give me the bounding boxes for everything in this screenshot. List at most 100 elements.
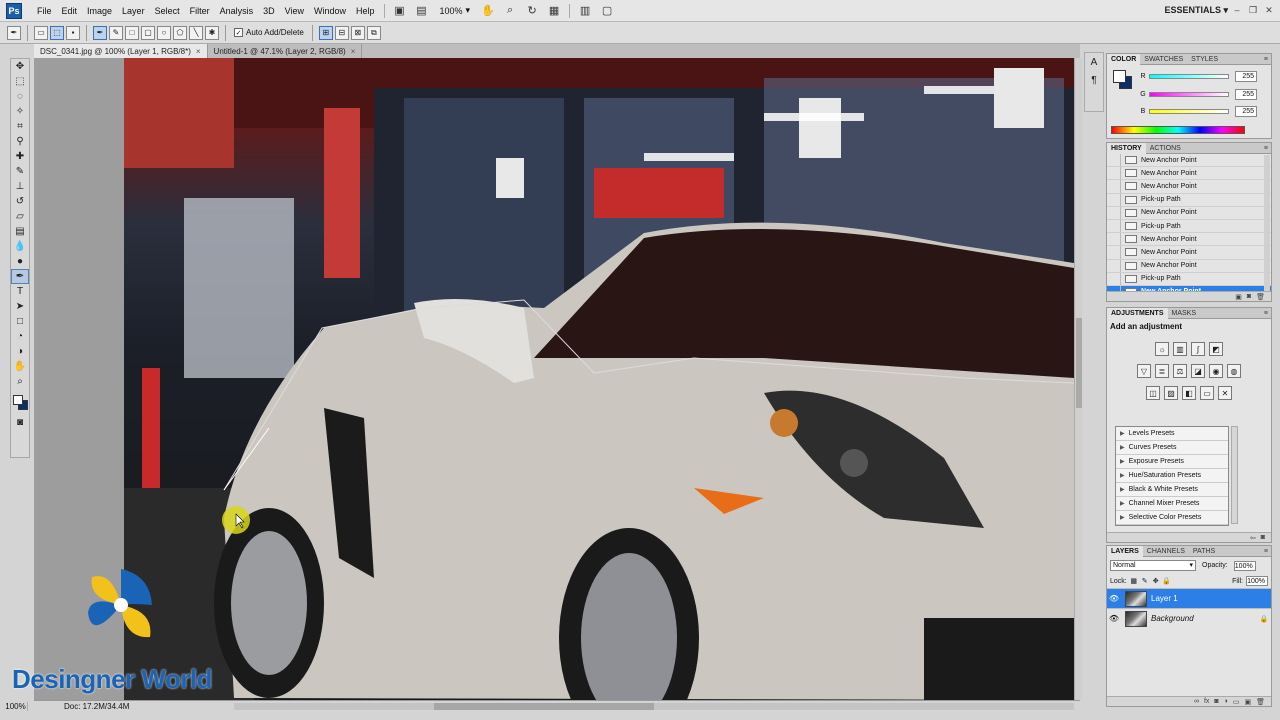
color-spectrum-ramp[interactable] [1111, 126, 1245, 134]
fill-pixels-icon[interactable]: ▪ [66, 25, 80, 40]
menu-help[interactable]: Help [351, 6, 380, 16]
preset-item[interactable]: ▶ Black & White Presets [1116, 483, 1228, 497]
quick-selection-tool-icon[interactable]: ✧ [11, 104, 29, 119]
history-item[interactable]: New Anchor Point [1107, 233, 1271, 247]
threshold-icon[interactable]: ◧ [1182, 386, 1196, 400]
restore-icon[interactable]: ❐ [1246, 3, 1260, 17]
new-group-icon[interactable]: ▭ [1233, 698, 1240, 706]
blend-mode-select[interactable]: Normal ▾ [1110, 560, 1196, 571]
preset-item[interactable]: ▶ Hue/Saturation Presets [1116, 469, 1228, 483]
pen-tool-icon[interactable]: ✒ [93, 25, 107, 40]
arrange-documents-icon[interactable]: ▥ [576, 3, 594, 19]
foreground-color-swatch[interactable] [13, 395, 23, 405]
levels-icon[interactable]: ▥ [1173, 342, 1187, 356]
menu-select[interactable]: Select [150, 6, 185, 16]
snapshot-icon[interactable]: ◙ [1247, 293, 1251, 300]
lock-position-icon[interactable]: ✥ [1152, 577, 1160, 585]
menu-filter[interactable]: Filter [185, 6, 215, 16]
type-tool-icon[interactable]: T [11, 284, 29, 299]
lock-image-icon[interactable]: ✎ [1141, 577, 1149, 585]
menu-edit[interactable]: Edit [57, 6, 83, 16]
menu-3d[interactable]: 3D [258, 6, 280, 16]
history-item[interactable]: Pick-up Path [1107, 219, 1271, 234]
canvas-area[interactable] [34, 58, 1074, 700]
trash-icon[interactable]: 🗑 [1256, 698, 1265, 706]
document-tab-dsc0341[interactable]: DSC_0341.jpg @ 100% (Layer 1, RGB/8*) × [34, 44, 208, 58]
preset-item[interactable]: ▶ Channel Mixer Presets [1116, 497, 1228, 511]
healing-brush-tool-icon[interactable]: ✚ [11, 149, 29, 164]
auto-add-delete-option[interactable]: ✓ Auto Add/Delete [234, 28, 304, 37]
tab-adjustments[interactable]: ADJUSTMENTS [1107, 307, 1168, 319]
lasso-tool-icon[interactable]: ◌ [11, 89, 29, 104]
layer-style-icon[interactable]: fx [1204, 698, 1209, 705]
opacity-input[interactable]: 100% [1233, 560, 1256, 571]
panel-menu-icon[interactable]: ≡ [1264, 548, 1268, 555]
preset-item[interactable]: ▶ Curves Presets [1116, 441, 1228, 455]
bridge-icon[interactable]: ▣ [391, 3, 409, 19]
zoom-icon[interactable]: ⌕ [501, 3, 519, 19]
3d-orbit-tool-icon[interactable]: ◑ [11, 344, 29, 359]
brush-tool-icon[interactable]: ✎ [11, 164, 29, 179]
gradient-map-icon[interactable]: ▭ [1200, 386, 1214, 400]
eraser-tool-icon[interactable]: ▱ [11, 209, 29, 224]
selective-color-icon[interactable]: ✕ [1218, 386, 1232, 400]
ellipse-shape-icon[interactable]: ○ [157, 25, 171, 40]
tab-color[interactable]: COLOR [1107, 53, 1141, 65]
hue-saturation-icon[interactable]: ≣ [1155, 364, 1169, 378]
history-item[interactable]: New Anchor Point [1107, 167, 1271, 181]
history-brush-tool-icon[interactable]: ↺ [11, 194, 29, 209]
color-balance-icon[interactable]: ⚖ [1173, 364, 1187, 378]
menu-window[interactable]: Window [309, 6, 351, 16]
clone-stamp-tool-icon[interactable]: ⊥ [11, 179, 29, 194]
add-mask-icon[interactable]: ◙ [1214, 698, 1218, 705]
preset-item[interactable]: ▶ Selective Color Presets [1116, 511, 1228, 525]
character-panel-icon[interactable]: A [1085, 53, 1103, 71]
clip-to-layer-icon[interactable]: ◙ [1261, 534, 1265, 541]
green-value[interactable]: 255 [1235, 88, 1257, 100]
blur-tool-icon[interactable]: 💧 [11, 239, 29, 254]
dodge-tool-icon[interactable]: ● [11, 254, 29, 269]
rectangle-tool-icon[interactable]: □ [11, 314, 29, 329]
polygon-shape-icon[interactable]: ⬠ [173, 25, 187, 40]
tab-paths[interactable]: PATHS [1189, 548, 1219, 555]
paths-mode-icon[interactable]: ⬚ [50, 25, 64, 40]
new-adjustment-layer-icon[interactable]: ◑ [1224, 698, 1228, 705]
menu-analysis[interactable]: Analysis [215, 6, 259, 16]
intersect-path-area-icon[interactable]: ⊠ [350, 25, 365, 40]
panel-menu-icon[interactable]: ≡ [1264, 145, 1268, 152]
menu-layer[interactable]: Layer [117, 6, 150, 16]
channel-mixer-icon[interactable]: ◍ [1227, 364, 1241, 378]
exclude-path-area-icon[interactable]: ⧉ [366, 25, 381, 40]
custom-shape-icon[interactable]: ✱ [205, 25, 219, 40]
subtract-path-area-icon[interactable]: ⊟ [334, 25, 349, 40]
paragraph-panel-icon[interactable]: ¶ [1085, 71, 1103, 89]
eyedropper-tool-icon[interactable]: ⚲ [11, 134, 29, 149]
tab-layers[interactable]: LAYERS [1107, 545, 1143, 557]
history-scrollbar[interactable] [1264, 155, 1270, 291]
rounded-rectangle-icon[interactable]: ▢ [141, 25, 155, 40]
foreground-color-swatch[interactable] [1113, 70, 1126, 83]
freeform-pen-icon[interactable]: ✎ [109, 25, 123, 40]
minimize-icon[interactable]: – [1230, 3, 1244, 17]
auto-add-checkbox[interactable]: ✓ [234, 28, 243, 37]
shape-layers-icon[interactable]: ▭ [34, 25, 48, 40]
photo-filter-icon[interactable]: ◉ [1209, 364, 1223, 378]
layer-row-layer-1[interactable]: 👁 Layer 1 [1107, 588, 1271, 608]
add-path-area-icon[interactable]: ⊞ [318, 25, 333, 40]
rectangle-shape-icon[interactable]: □ [125, 25, 139, 40]
workspace-switcher[interactable]: ESSENTIALS ▾ [1164, 5, 1228, 16]
history-item[interactable]: New Anchor Point [1107, 246, 1271, 260]
zoom-tool-icon[interactable]: ⌕ [11, 374, 29, 389]
grid-icon[interactable]: ▦ [545, 3, 563, 19]
panel-menu-icon[interactable]: ≡ [1264, 56, 1268, 63]
blue-value[interactable]: 255 [1235, 105, 1257, 117]
new-document-from-state-icon[interactable]: ▣ [1235, 293, 1242, 301]
close-icon[interactable]: × [196, 47, 201, 56]
marquee-tool-icon[interactable]: ⬚ [11, 74, 29, 89]
pen-tool-icon[interactable]: ✒ [11, 269, 29, 284]
history-item[interactable]: New Anchor Point [1107, 206, 1271, 220]
history-item[interactable]: New Anchor Point [1107, 180, 1271, 194]
menu-file[interactable]: File [32, 6, 57, 16]
quick-mask-icon[interactable]: ◙ [11, 415, 29, 430]
screen-mode-icon[interactable]: ▢ [598, 3, 616, 19]
